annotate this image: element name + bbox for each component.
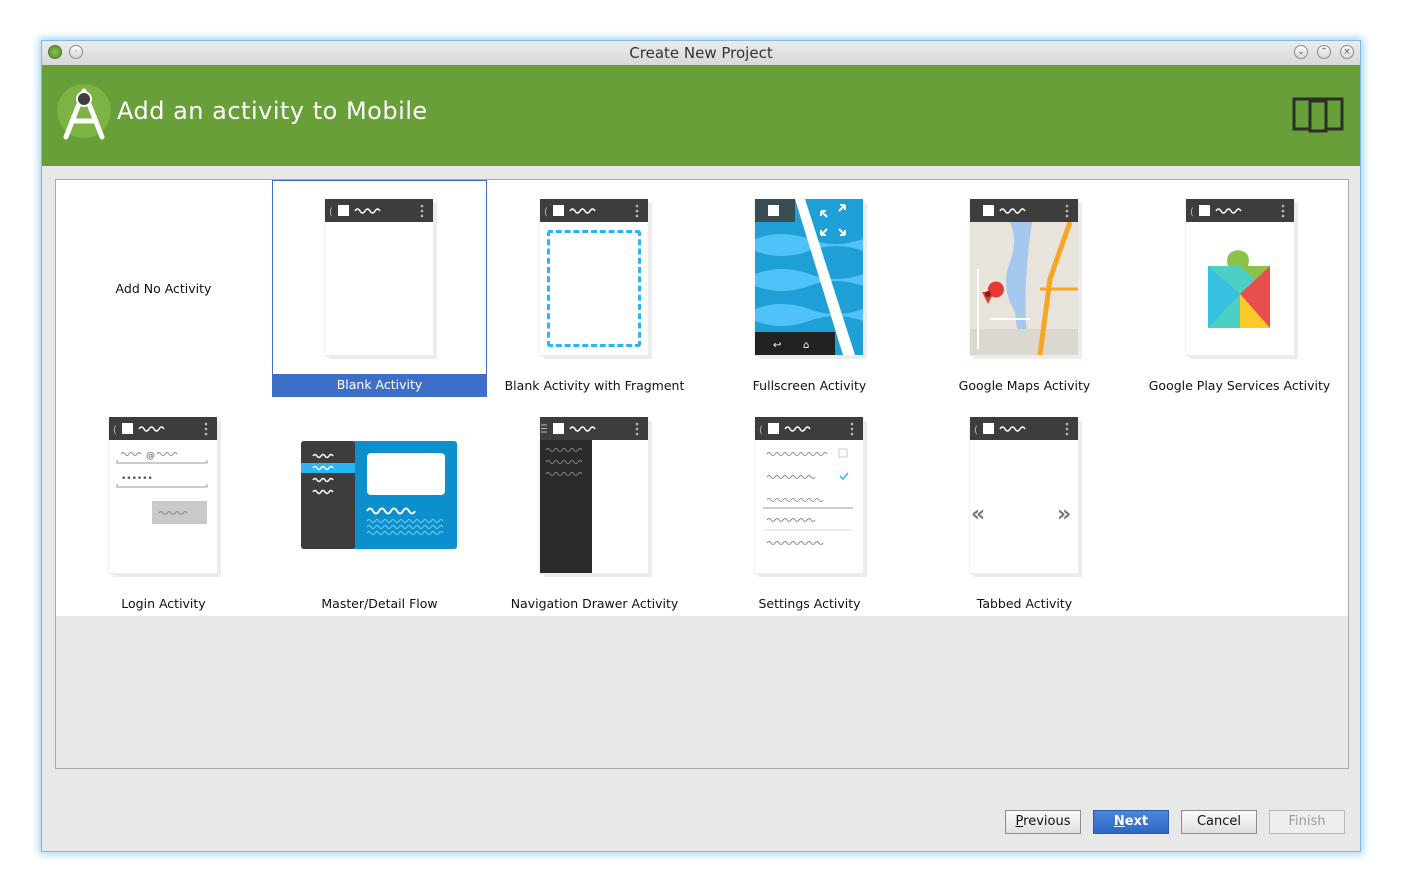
svg-text:••••••: •••••• <box>121 474 153 484</box>
action-bar: ( <box>325 199 433 222</box>
svg-text:(: ( <box>1190 207 1194 218</box>
svg-text:(: ( <box>759 425 763 436</box>
action-bar: ( <box>109 417 217 440</box>
nav-drawer-thumbnail <box>540 417 648 573</box>
dialog-window: · Create New Project ⌄ ⌃ × Add an activi… <box>41 40 1361 852</box>
svg-text:@: @ <box>146 451 155 461</box>
activity-gallery: Add No Activity ( Blank Activity (Blank… <box>55 179 1349 769</box>
activity-label: Master/Detail Flow <box>321 596 438 611</box>
action-bar <box>540 417 648 440</box>
settings-thumbnail: ( <box>755 417 863 573</box>
login-thumbnail: ( @ •••••• <box>109 417 217 573</box>
svg-text:↩: ↩ <box>773 340 781 351</box>
close-icon[interactable]: × <box>1340 45 1354 59</box>
activity-label: Tabbed Activity <box>976 596 1073 611</box>
activity-tile-fullscreen-activity[interactable]: ↩ ⌂ Fullscreen Activity <box>702 180 917 397</box>
swipe-left-icon: « <box>971 502 986 527</box>
svg-text:(: ( <box>113 425 117 436</box>
activity-label: Login Activity <box>121 596 206 611</box>
tabbed-thumbnail: ( « » <box>970 417 1078 573</box>
activity-grid: Add No Activity ( Blank Activity (Blank… <box>56 180 1348 616</box>
device-form-factor-icon <box>1292 97 1344 133</box>
swipe-right-icon: » <box>1057 502 1072 527</box>
action-bar: ( <box>1186 199 1294 222</box>
action-bar: ( <box>755 417 863 440</box>
play-services-puzzle-icon <box>1208 250 1270 328</box>
maximize-icon[interactable]: ⌃ <box>1317 45 1331 59</box>
activity-label: Fullscreen Activity <box>752 378 867 393</box>
cancel-button[interactable]: Cancel <box>1181 810 1257 834</box>
activity-label: Google Maps Activity <box>958 378 1091 393</box>
activity-tile-google-maps-activity[interactable]: Google Maps Activity <box>917 180 1132 397</box>
title-bar[interactable]: · Create New Project ⌄ ⌃ × <box>42 41 1360 66</box>
svg-text:(: ( <box>974 425 978 436</box>
activity-tile-google-play-services-activity[interactable]: ( Google Play Services Activity <box>1132 180 1347 397</box>
window-title: Create New Project <box>629 44 773 62</box>
action-bar: ( <box>970 417 1078 440</box>
svg-text:⌂: ⌂ <box>803 340 809 351</box>
activity-tile-add-no-activity[interactable]: Add No Activity <box>56 180 271 397</box>
activity-label: Add No Activity <box>115 281 212 296</box>
activity-tile-master-detail-flow[interactable]: Master/Detail Flow <box>272 398 487 615</box>
next-button[interactable]: Next <box>1093 810 1169 834</box>
blank-activity-thumbnail: ( <box>325 199 433 355</box>
activity-label: Navigation Drawer Activity <box>510 596 679 611</box>
activity-tile-blank-activity[interactable]: ( Blank Activity <box>272 180 487 397</box>
android-studio-logo-icon <box>57 84 111 140</box>
minimize-icon[interactable]: ⌄ <box>1294 45 1308 59</box>
activity-label: Blank Activity <box>273 374 486 396</box>
activity-label: Google Play Services Activity <box>1148 378 1331 393</box>
activity-tile-tabbed-activity[interactable]: ( « » Tabbed Activity <box>917 398 1132 615</box>
previous-button[interactable]: Previous <box>1005 810 1081 834</box>
activity-label: Blank Activity with Fragment <box>504 378 685 393</box>
activity-tile-settings-activity[interactable]: ( Settings Activity <box>702 398 917 615</box>
page-title: Add an activity to Mobile <box>117 97 428 125</box>
svg-text:(: ( <box>544 207 548 218</box>
activity-label: Settings Activity <box>758 596 861 611</box>
svg-text:(: ( <box>329 207 333 218</box>
activity-tile-blank-activity-with-fragment[interactable]: ( Blank Activity with Fragment <box>487 180 702 397</box>
activity-tile-navigation-drawer-activity[interactable]: Navigation Drawer Activity <box>487 398 702 615</box>
finish-button[interactable]: Finish <box>1269 810 1345 834</box>
play-services-thumbnail: ( <box>1186 199 1294 355</box>
maps-thumbnail <box>970 199 1078 355</box>
fullscreen-thumbnail: ↩ ⌂ <box>755 199 863 355</box>
master-detail-thumbnail <box>301 441 459 549</box>
fragment-placeholder <box>547 230 641 347</box>
activity-tile-login-activity[interactable]: ( @ •••••• Login Activity <box>56 398 271 615</box>
wizard-header: Add an activity to Mobile <box>42 65 1360 166</box>
fragment-thumbnail: ( <box>540 199 648 355</box>
action-bar: ( <box>540 199 648 222</box>
